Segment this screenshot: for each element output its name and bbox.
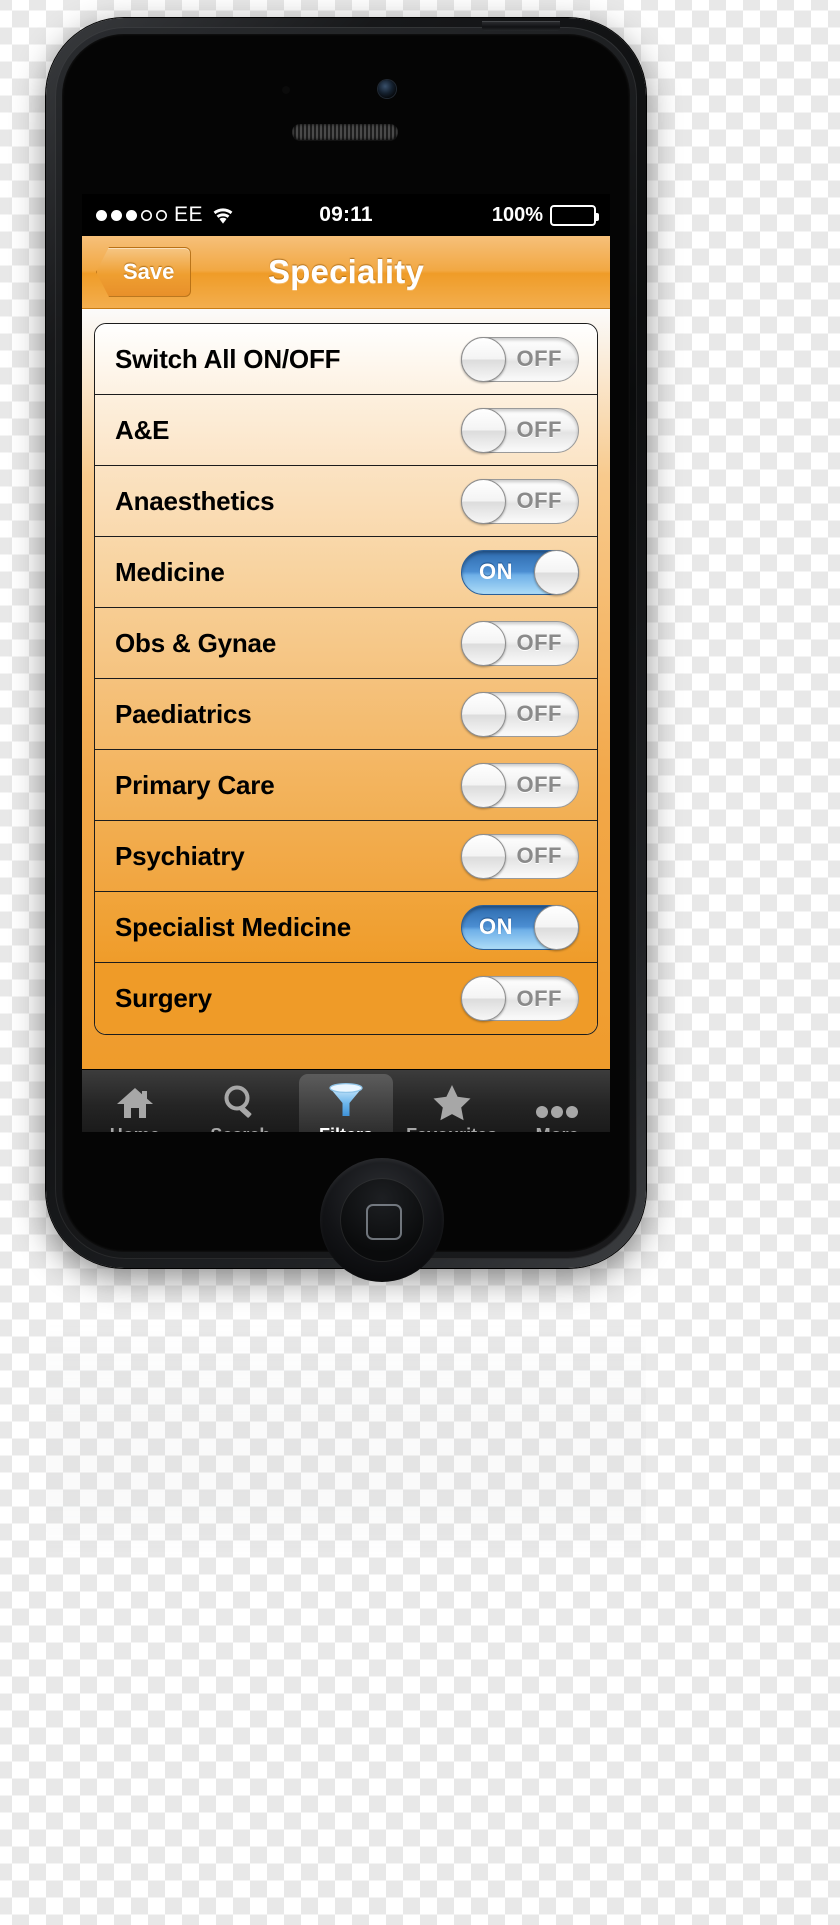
home-button-square-icon (366, 1204, 402, 1240)
toggle-state-label: OFF (516, 417, 562, 442)
toggle-state-label: OFF (516, 843, 562, 868)
toggle-knob[interactable] (461, 691, 506, 737)
toggle-knob[interactable] (534, 549, 579, 595)
toggle-switch[interactable]: OFF (461, 833, 579, 879)
device-reflection (46, 1270, 646, 1570)
front-camera (378, 80, 396, 98)
save-back-button[interactable]: Save (96, 247, 192, 297)
tab-home[interactable]: Home (82, 1070, 188, 1132)
tab-bar: Home Search Filters Favourites More (82, 1069, 610, 1132)
toggle-state-label: OFF (516, 985, 562, 1011)
toggle-state-label: OFF (516, 772, 562, 797)
toggle-state-label: ON (479, 559, 513, 584)
home-button[interactable] (320, 1158, 444, 1282)
toggle-switch[interactable]: ON (461, 904, 579, 950)
table-row[interactable]: Surgery OFF (95, 963, 597, 1034)
row-label: Surgery (115, 983, 212, 1013)
toggle-state-label: OFF (516, 488, 562, 513)
tab-favourites[interactable]: Favourites (399, 1070, 505, 1132)
phone-screen: EE 09:11 100% Save Speciality Switch All… (82, 194, 610, 1132)
status-bar: EE 09:11 100% (82, 194, 610, 236)
tab-search[interactable]: Search (188, 1070, 294, 1132)
toggle-state-label: OFF (516, 630, 562, 655)
table-row[interactable]: Primary Care OFF (95, 750, 597, 821)
table-row[interactable]: Specialist Medicine ON (95, 892, 597, 963)
toggle-switch[interactable]: OFF (461, 762, 579, 808)
row-label: Obs & Gynae (115, 627, 277, 658)
status-bar-right: 100% (491, 203, 599, 227)
tab-label: Home (110, 1125, 160, 1133)
row-label: Paediatrics (115, 698, 252, 729)
search-icon (221, 1081, 259, 1121)
toggle-knob[interactable] (534, 904, 579, 950)
tab-label: Filters (319, 1125, 373, 1133)
tab-label: Favourites (406, 1125, 497, 1133)
earpiece-speaker (292, 124, 398, 140)
table-row[interactable]: Medicine ON (95, 537, 597, 608)
table-row[interactable]: A&E OFF (95, 395, 597, 466)
toggle-knob[interactable] (461, 762, 506, 808)
toggle-switch[interactable]: OFF (461, 691, 579, 737)
proximity-sensor (282, 86, 290, 94)
table-row[interactable]: Paediatrics OFF (95, 679, 597, 750)
funnel-icon (326, 1081, 366, 1121)
toggle-switch[interactable]: OFF (461, 976, 579, 1021)
ellipsis-icon (535, 1081, 579, 1121)
toggle-knob[interactable] (461, 620, 506, 666)
row-label: Switch All ON/OFF (115, 343, 341, 374)
star-icon (432, 1081, 472, 1121)
home-icon (115, 1081, 155, 1121)
toggle-switch[interactable]: ON (461, 549, 579, 595)
battery-icon (550, 204, 599, 226)
toggle-knob[interactable] (461, 976, 506, 1021)
row-label: A&E (115, 414, 170, 445)
phone-device: EE 09:11 100% Save Speciality Switch All… (46, 18, 646, 1282)
row-label: Primary Care (115, 769, 275, 800)
power-button[interactable] (482, 21, 560, 31)
toggle-knob[interactable] (461, 336, 506, 382)
toggle-knob[interactable] (461, 833, 506, 879)
table-row[interactable]: Obs & Gynae OFF (95, 608, 597, 679)
table-row[interactable]: Psychiatry OFF (95, 821, 597, 892)
battery-percent: 100% (491, 203, 543, 226)
tab-filters[interactable]: Filters (293, 1070, 399, 1132)
screenshot-canvas: EE 09:11 100% Save Speciality Switch All… (0, 0, 840, 1925)
row-label: Medicine (115, 556, 225, 587)
tab-more[interactable]: More (504, 1070, 610, 1132)
toggle-switch[interactable]: OFF (461, 407, 579, 453)
tab-label: More (536, 1125, 579, 1133)
table-row[interactable]: Anaesthetics OFF (95, 466, 597, 537)
toggle-switch[interactable]: OFF (461, 620, 579, 666)
toggle-switch[interactable]: OFF (461, 336, 579, 382)
specialty-list-container: Switch All ON/OFF OFF A&E OFF Anaesthetics OF… (82, 309, 610, 1069)
toggle-switch[interactable]: OFF (461, 478, 579, 524)
toggle-knob[interactable] (461, 407, 506, 453)
specialty-list: Switch All ON/OFF OFF A&E OFF Anaesthetics OF… (94, 323, 598, 1035)
row-label: Specialist Medicine (115, 911, 352, 942)
toggle-state-label: OFF (516, 701, 562, 726)
toggle-state-label: ON (479, 914, 513, 939)
navigation-bar: Save Speciality (82, 236, 610, 309)
row-label: Anaesthetics (115, 485, 275, 516)
row-label: Psychiatry (115, 840, 245, 871)
toggle-state-label: OFF (516, 346, 562, 371)
table-row[interactable]: Switch All ON/OFF OFF (95, 324, 597, 395)
tab-label: Search (210, 1125, 270, 1133)
toggle-knob[interactable] (461, 478, 506, 524)
